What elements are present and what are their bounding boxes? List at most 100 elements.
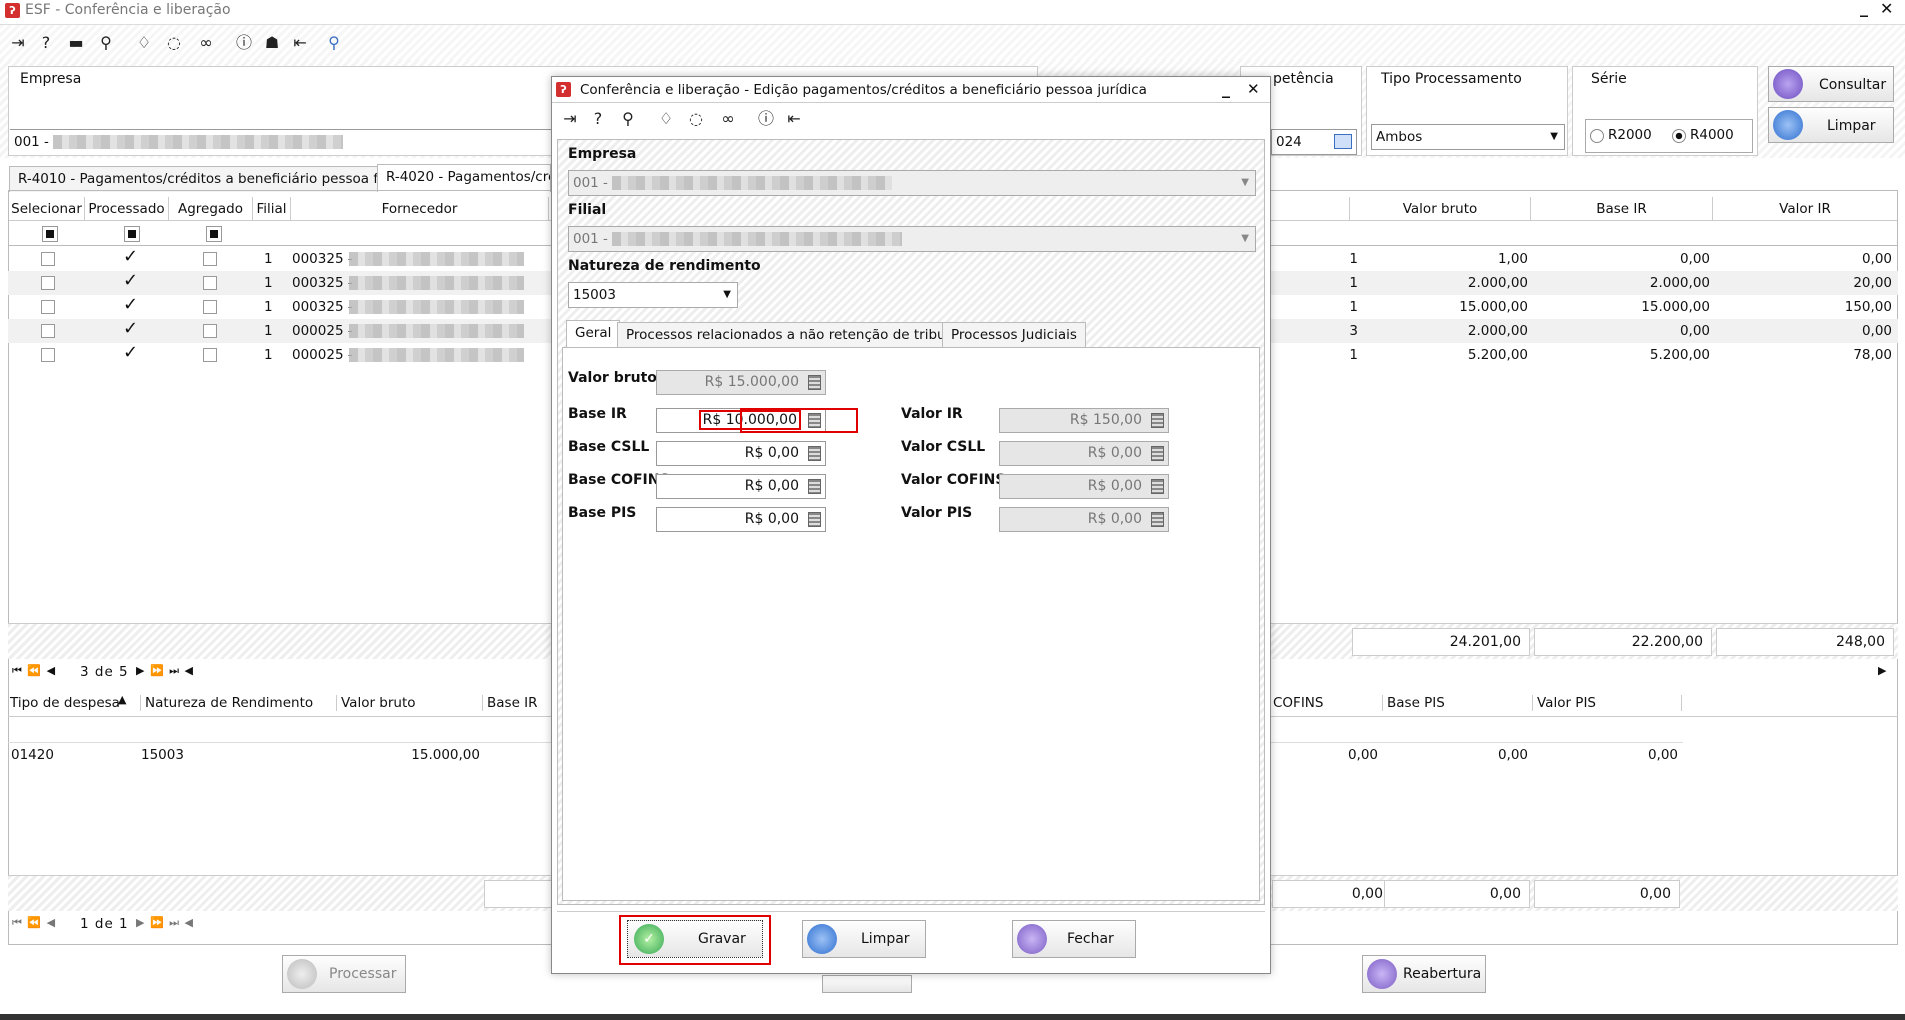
exit-icon[interactable]: ⇥ bbox=[8, 33, 28, 53]
agregado-checkbox[interactable] bbox=[203, 348, 217, 362]
logout-icon[interactable]: ⇤ bbox=[290, 33, 310, 53]
tab-processos-judiciais[interactable]: Processos Judiciais bbox=[942, 322, 1086, 348]
dialog-close-button[interactable]: ✕ bbox=[1247, 80, 1260, 98]
agregado-checkbox[interactable] bbox=[203, 252, 217, 266]
limpar-button[interactable]: Limpar bbox=[802, 920, 926, 958]
redacted-text bbox=[349, 252, 524, 266]
help-icon[interactable]: ? bbox=[588, 109, 608, 129]
info-icon[interactable]: ⓘ bbox=[756, 109, 776, 129]
report-search-icon[interactable]: ⚲ bbox=[324, 33, 344, 53]
filter-agregado-checkbox[interactable] bbox=[206, 226, 222, 242]
agregado-checkbox[interactable] bbox=[203, 276, 217, 290]
col-valor-bruto[interactable]: Valor bruto bbox=[1349, 197, 1531, 221]
base-pis-input[interactable]: R$ 0,00 bbox=[656, 507, 826, 532]
minimize-button[interactable]: _ bbox=[1860, 0, 1868, 17]
calculator-icon[interactable] bbox=[808, 512, 821, 527]
pager-nav-last-icon[interactable]: ▶ ⏩ ⏭ ◀ bbox=[136, 664, 194, 678]
col-base-ir[interactable]: Base IR bbox=[482, 695, 538, 711]
empresa-value: 001 - bbox=[14, 134, 49, 150]
cell-valor-bruto: 1,00 bbox=[1497, 251, 1528, 267]
detail-total-cofins: 0,00 bbox=[1272, 880, 1392, 908]
calculator-icon[interactable] bbox=[808, 479, 821, 494]
search-icon[interactable]: ⚲ bbox=[96, 33, 116, 53]
tab-processos-nao-retencao[interactable]: Processos relacionados a não retenção de… bbox=[617, 322, 976, 348]
base-csll-input[interactable]: R$ 0,00 bbox=[656, 441, 826, 466]
link-icon[interactable]: ∞ bbox=[196, 33, 216, 53]
natureza-select[interactable]: 15003 ▼ bbox=[568, 282, 738, 308]
limpar-button[interactable]: Limpar bbox=[1768, 107, 1894, 143]
bulb-icon[interactable]: ♢ bbox=[656, 109, 676, 129]
filter-selecionar-checkbox[interactable] bbox=[42, 226, 58, 242]
map-icon[interactable]: ◌ bbox=[686, 109, 706, 129]
filter-processado-checkbox[interactable] bbox=[124, 226, 140, 242]
col-filial[interactable]: Filial bbox=[253, 197, 291, 221]
tab-geral[interactable]: Geral bbox=[566, 320, 621, 348]
cell-cofins: 0,00 bbox=[1347, 747, 1378, 763]
fechar-button[interactable]: Fechar bbox=[1012, 920, 1136, 958]
processar-button[interactable]: Processar bbox=[282, 955, 406, 993]
dialog-titlebar: ʔ Conferência e liberação - Edição pagam… bbox=[552, 77, 1270, 103]
hidden-button[interactable] bbox=[822, 975, 912, 993]
calculator-icon[interactable] bbox=[808, 446, 821, 461]
consultar-button[interactable]: Consultar bbox=[1768, 66, 1894, 102]
calculator-icon[interactable] bbox=[808, 413, 821, 428]
bulb-icon[interactable]: ♢ bbox=[134, 33, 154, 53]
valor-bruto-field: R$ 15.000,00 bbox=[656, 370, 826, 395]
competencia-input[interactable]: 024 bbox=[1271, 129, 1357, 155]
search-icon[interactable]: ⚲ bbox=[618, 109, 638, 129]
map-icon[interactable]: ◌ bbox=[164, 33, 184, 53]
cell-fornecedor: 000325 - bbox=[292, 275, 353, 291]
cell-valor-bruto: 2.000,00 bbox=[1467, 275, 1528, 291]
pager-nav-first-icon[interactable]: ⏮ ⏪ ◀ bbox=[12, 916, 56, 930]
exit-icon[interactable]: ⇥ bbox=[560, 109, 580, 129]
base-cofins-input[interactable]: R$ 0,00 bbox=[656, 474, 826, 499]
filial-select[interactable]: 001 - ▼ bbox=[568, 226, 1256, 252]
col-selecionar[interactable]: Selecionar bbox=[9, 197, 85, 221]
app-logo-icon: ʔ bbox=[556, 82, 571, 97]
pager-nav-first-icon[interactable]: ⏮ ⏪ ◀ bbox=[12, 664, 56, 678]
col-tipo-despesa[interactable]: Tipo de despesa bbox=[10, 695, 120, 711]
col-base-ir[interactable]: Base IR bbox=[1531, 197, 1713, 221]
link-icon[interactable]: ∞ bbox=[718, 109, 738, 129]
calendar-icon[interactable] bbox=[1334, 134, 1352, 149]
col-natureza[interactable]: Natureza de Rendimento bbox=[140, 695, 313, 711]
close-window-button[interactable]: ✕ bbox=[1880, 0, 1893, 18]
col-fornecedor[interactable]: Fornecedor bbox=[291, 197, 549, 221]
radio-r2000[interactable] bbox=[1590, 129, 1604, 143]
col-valor-pis[interactable]: Valor PIS bbox=[1532, 695, 1682, 711]
select-checkbox[interactable] bbox=[41, 324, 55, 338]
agregado-checkbox[interactable] bbox=[203, 300, 217, 314]
help-icon[interactable]: ? bbox=[36, 33, 56, 53]
reabertura-button[interactable]: Reabertura bbox=[1362, 955, 1486, 993]
col-valor-bruto[interactable]: Valor bruto bbox=[336, 695, 416, 711]
redacted-text bbox=[349, 300, 524, 314]
pager-nav-last-icon[interactable]: ▶ ⏩ ⏭ ◀ bbox=[136, 916, 194, 930]
cell-qtd: 1 bbox=[1349, 251, 1358, 267]
logout-icon[interactable]: ⇤ bbox=[784, 109, 804, 129]
select-checkbox[interactable] bbox=[41, 348, 55, 362]
dialog-minimize-button[interactable]: _ bbox=[1222, 79, 1230, 98]
info-icon[interactable]: ⓘ bbox=[234, 33, 254, 53]
calculator-icon bbox=[808, 375, 821, 390]
base-ir-input[interactable]: R$ 10.000,00 bbox=[656, 408, 826, 433]
tab-r4020[interactable]: R-4020 - Pagamentos/créd bbox=[377, 164, 551, 192]
select-checkbox[interactable] bbox=[41, 300, 55, 314]
col-valor-ir[interactable]: Valor IR bbox=[1713, 197, 1897, 221]
calculator-icon bbox=[1151, 479, 1164, 494]
tipo-processamento-select[interactable]: Ambos ▼ bbox=[1371, 124, 1565, 150]
user-icon[interactable]: ☗ bbox=[262, 33, 282, 53]
empresa-select[interactable]: 001 - ▼ bbox=[568, 170, 1256, 196]
col-processado[interactable]: Processado bbox=[85, 197, 169, 221]
keyboard-icon[interactable]: ▬ bbox=[66, 33, 86, 53]
radio-r4000[interactable] bbox=[1672, 129, 1686, 143]
agregado-checkbox[interactable] bbox=[203, 324, 217, 338]
gravar-button[interactable]: ✓ Gravar bbox=[627, 920, 763, 958]
select-checkbox[interactable] bbox=[41, 252, 55, 266]
col-cofins[interactable]: COFINS bbox=[1273, 695, 1323, 711]
tab-r4010[interactable]: R-4010 - Pagamentos/créditos a beneficiá… bbox=[9, 166, 418, 192]
select-checkbox[interactable] bbox=[41, 276, 55, 290]
scroll-right-icon[interactable]: ▶ bbox=[1878, 664, 1887, 677]
col-base-pis[interactable]: Base PIS bbox=[1382, 695, 1445, 711]
col-agregado[interactable]: Agregado bbox=[169, 197, 253, 221]
dialog-footer: ✓ Gravar Limpar Fechar bbox=[557, 911, 1265, 969]
